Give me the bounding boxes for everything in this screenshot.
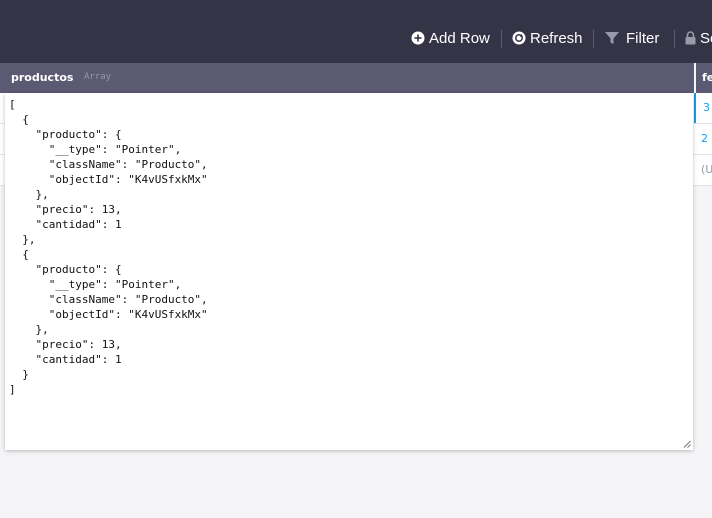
toolbar-divider	[501, 30, 502, 48]
plus-circle-icon	[411, 31, 425, 45]
json-editor-textarea[interactable]	[5, 93, 693, 450]
add-row-button[interactable]: Add Row	[411, 28, 490, 48]
filter-icon	[605, 31, 619, 45]
resize-grip-icon[interactable]	[683, 440, 691, 448]
column-type: Array	[84, 72, 112, 82]
column-header-productos[interactable]: productos Array	[0, 63, 694, 93]
lock-icon	[685, 31, 696, 45]
table-cell[interactable]: 2	[694, 124, 712, 154]
toolbar-divider	[674, 30, 675, 48]
refresh-icon	[512, 31, 526, 45]
filter-button[interactable]: Filter	[605, 28, 659, 48]
security-label: Se	[700, 29, 712, 47]
toolbar: Add Row Refresh Filter Se	[0, 0, 712, 63]
column-name: productos	[11, 71, 74, 84]
table-cell[interactable]: (U	[694, 155, 712, 185]
refresh-label: Refresh	[530, 29, 583, 47]
toolbar-divider	[593, 30, 594, 48]
column-header-next[interactable]: fe	[696, 63, 712, 93]
column-name: fe	[702, 71, 712, 84]
refresh-button[interactable]: Refresh	[512, 28, 583, 48]
add-row-label: Add Row	[429, 29, 490, 47]
security-button[interactable]: Se	[685, 28, 712, 48]
filter-label: Filter	[626, 29, 660, 47]
json-editor	[5, 93, 693, 450]
table-cell[interactable]: 3	[694, 93, 712, 123]
